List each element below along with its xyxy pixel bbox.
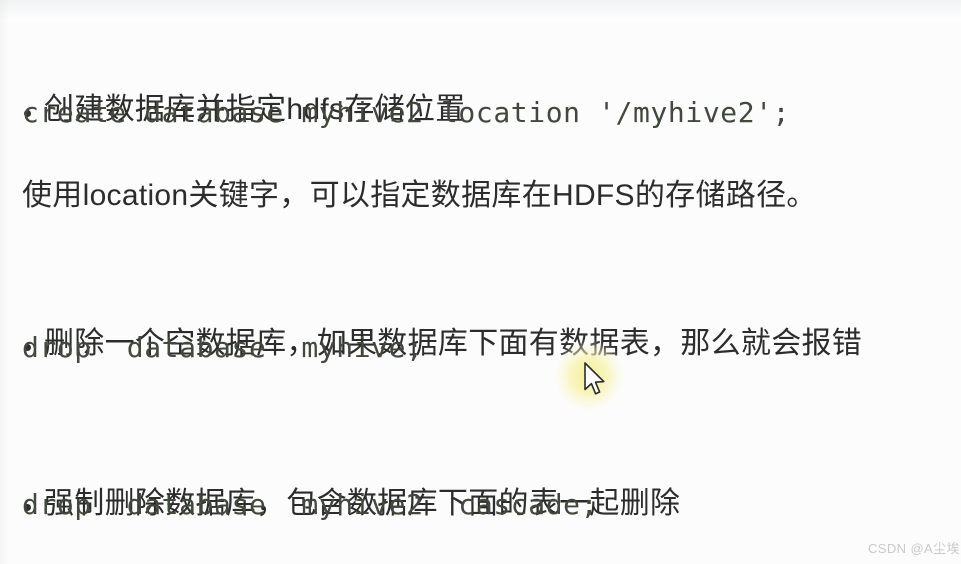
code-line-drop-myhive2-cascade: drop database myhive2 cascade; xyxy=(22,488,599,521)
csdn-watermark: CSDN @A尘埃 xyxy=(868,541,960,556)
bullet-item-force-drop-db: 强制删除数据库，包含数据库下面的表一起删除 xyxy=(0,410,961,564)
screenshot-canvas: 创建数据库并指定hdfs存储位置 create database myhive2… xyxy=(0,0,961,564)
code-line-drop-myhive: drop database myhive; xyxy=(22,331,424,364)
prose-line-location-keyword: 使用location关键字，可以指定数据库在HDFS的存储路径。 xyxy=(22,179,817,212)
document-content: 创建数据库并指定hdfs存储位置 create database myhive2… xyxy=(0,0,961,564)
code-line-create-database: create database myhive2 location '/myhiv… xyxy=(22,96,791,129)
